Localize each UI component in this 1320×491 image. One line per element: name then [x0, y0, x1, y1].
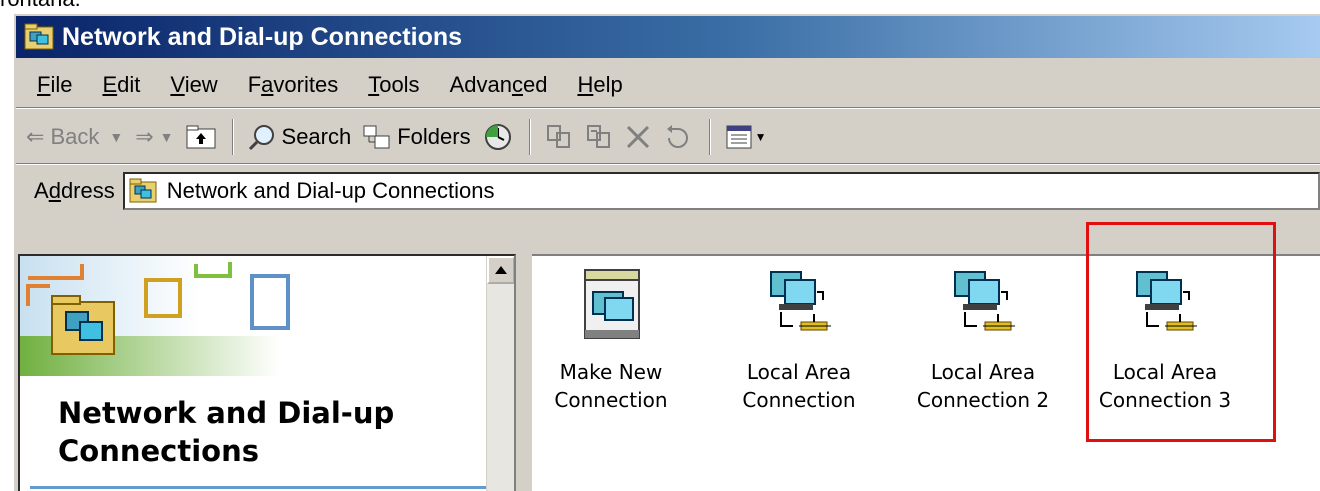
search-button[interactable]: Search — [248, 123, 351, 151]
lan-connection-icon — [759, 264, 839, 344]
toolbar-separator — [528, 118, 531, 155]
back-arrow-icon: ⇐ — [26, 123, 45, 149]
history-button[interactable] — [483, 122, 513, 152]
vertical-scrollbar[interactable] — [486, 256, 514, 491]
toolbar: ⇐ Back ▼ ⇒ ▼ Search Folders ▼ — [16, 110, 1320, 164]
connections-list: Make New Connection Local Area Connection — [532, 254, 1320, 491]
up-folder-icon — [186, 125, 216, 148]
network-banner-graphic — [20, 256, 320, 376]
back-dropdown-icon[interactable]: ▼ — [109, 129, 123, 145]
make-new-connection-icon — [571, 264, 651, 344]
back-button[interactable]: ⇐ Back ▼ — [26, 124, 123, 150]
list-item[interactable]: Local Area Connection — [724, 264, 874, 414]
arrow-up-icon — [495, 266, 507, 274]
address-bar: Address Network and Dial-up Connections — [16, 168, 1320, 214]
history-icon — [484, 123, 511, 150]
scroll-up-button[interactable] — [487, 256, 514, 284]
list-item[interactable]: Local Area Connection 2 — [908, 264, 1058, 414]
lan-connection-icon — [1125, 264, 1205, 344]
up-folder-button[interactable] — [186, 124, 216, 150]
menu-advanced[interactable]: Advanced — [435, 72, 563, 98]
address-input[interactable]: Network and Dial-up Connections — [122, 172, 1320, 210]
move-to-button[interactable] — [545, 123, 573, 151]
folders-button[interactable]: Folders — [363, 124, 471, 150]
window-title: Network and Dial-up Connections — [62, 22, 463, 51]
copy-to-button[interactable] — [585, 123, 613, 151]
web-view-pane: Network and Dial-up Connections — [18, 254, 516, 491]
undo-button[interactable] — [663, 124, 693, 150]
forward-dropdown-icon[interactable]: ▼ — [160, 129, 174, 145]
toolbar-separator — [708, 118, 711, 155]
delete-button[interactable] — [625, 124, 651, 150]
cropped-top-text: rontana: — [0, 0, 1320, 12]
network-folder-icon — [129, 178, 157, 204]
pane-title: Network and Dial-up Connections — [58, 396, 395, 468]
title-bar[interactable]: Network and Dial-up Connections — [16, 16, 1320, 58]
move-to-icon — [546, 124, 570, 148]
network-folder-icon — [24, 23, 54, 51]
lan-connection-icon — [943, 264, 1023, 344]
toolbar-separator — [231, 118, 234, 155]
views-icon — [726, 125, 752, 148]
menu-tools[interactable]: Tools — [353, 72, 434, 98]
pane-divider — [30, 486, 490, 489]
undo-icon — [666, 124, 688, 148]
views-dropdown-icon[interactable]: ▼ — [755, 130, 767, 144]
search-icon — [248, 124, 274, 150]
forward-arrow-icon: ⇒ — [135, 123, 154, 149]
explorer-window: Network and Dial-up Connections File Edi… — [12, 12, 1320, 491]
address-label: Address — [34, 178, 115, 203]
menu-edit[interactable]: Edit — [87, 72, 155, 98]
delete-icon — [626, 125, 649, 148]
menu-view[interactable]: View — [155, 72, 232, 98]
address-value: Network and Dial-up Connections — [166, 178, 495, 203]
views-button[interactable]: ▼ — [725, 124, 767, 150]
list-item[interactable]: Make New Connection — [536, 264, 686, 414]
forward-button[interactable]: ⇒ ▼ — [135, 124, 173, 150]
folders-icon — [363, 125, 390, 148]
menu-file[interactable]: File — [22, 72, 87, 98]
menu-help[interactable]: Help — [562, 72, 637, 98]
list-item[interactable]: Local Area Connection 3 — [1090, 264, 1240, 414]
menu-favorites[interactable]: Favorites — [233, 72, 354, 98]
menu-bar: File Edit View Favorites Tools Advanced … — [16, 62, 1320, 108]
copy-to-icon — [586, 124, 610, 148]
